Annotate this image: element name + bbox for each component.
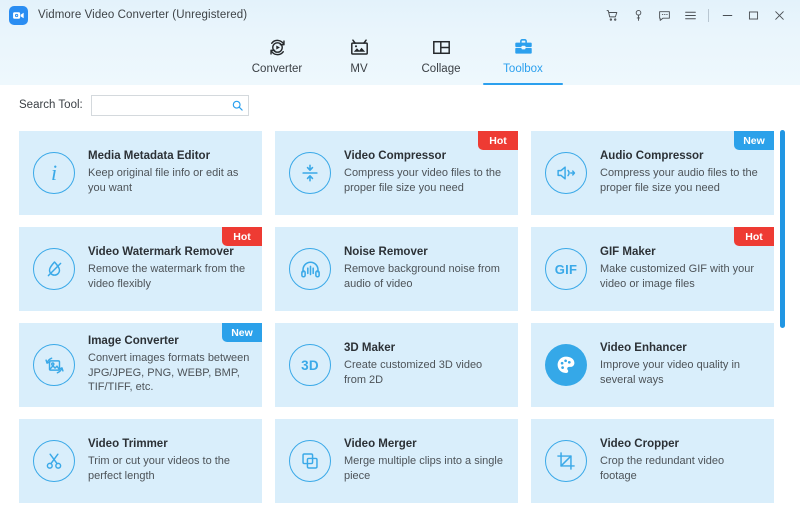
status-badge: New — [734, 131, 774, 150]
tool-card-video-trimmer[interactable]: Video Trimmer Trim or cut your videos to… — [19, 419, 262, 503]
tab-mv-label: MV — [350, 63, 367, 75]
tool-card-3d-maker[interactable]: 3D 3D Maker Create customized 3D video f… — [275, 323, 518, 407]
search-input[interactable] — [98, 99, 231, 111]
search-row: Search Tool: — [0, 85, 800, 125]
watermark-remove-icon — [33, 248, 75, 290]
tool-desc: Convert images formats between JPG/JPEG,… — [88, 351, 250, 395]
tab-converter[interactable]: Converter — [236, 30, 318, 85]
tool-card-video-compressor[interactable]: Hot Video Compressor Compress your video… — [275, 131, 518, 215]
search-box[interactable] — [91, 95, 249, 116]
vertical-scrollbar[interactable] — [780, 125, 785, 516]
tool-title: Audio Compressor — [600, 150, 762, 162]
tool-card-gif-maker[interactable]: Hot GIF GIF Maker Make customized GIF wi… — [531, 227, 774, 311]
scissors-icon — [33, 440, 75, 482]
tool-card-video-enhancer[interactable]: Video Enhancer Improve your video qualit… — [531, 323, 774, 407]
speaker-icon — [545, 152, 587, 194]
three-d-icon: 3D — [289, 344, 331, 386]
crop-icon — [545, 440, 587, 482]
tool-card-media-metadata-editor[interactable]: i Media Metadata Editor Keep original fi… — [19, 131, 262, 215]
tool-card-video-merger[interactable]: Video Merger Merge multiple clips into a… — [275, 419, 518, 503]
tool-desc: Make customized GIF with your video or i… — [600, 262, 762, 291]
tool-title: Video Compressor — [344, 150, 506, 162]
toolbox-icon — [513, 35, 534, 59]
tab-collage-label: Collage — [422, 63, 461, 75]
title-bar: Vidmore Video Converter (Unregistered) — [0, 0, 800, 30]
search-icon[interactable] — [231, 99, 244, 112]
tab-mv[interactable]: MV — [318, 30, 400, 85]
close-button[interactable] — [766, 2, 792, 28]
menu-icon[interactable] — [677, 2, 703, 28]
tool-card-video-cropper[interactable]: Video Cropper Crop the redundant video f… — [531, 419, 774, 503]
tool-desc: Keep original file info or edit as you w… — [88, 166, 250, 195]
tool-title: 3D Maker — [344, 342, 506, 354]
tool-title: Video Watermark Remover — [88, 246, 250, 258]
feedback-icon[interactable] — [651, 2, 677, 28]
collage-icon — [431, 35, 452, 59]
converter-icon — [267, 35, 288, 59]
cart-icon[interactable] — [599, 2, 625, 28]
tool-title: Media Metadata Editor — [88, 150, 250, 162]
merge-icon — [289, 440, 331, 482]
tool-card-audio-compressor[interactable]: New Audio Compressor Compress your audio… — [531, 131, 774, 215]
maximize-button[interactable] — [740, 2, 766, 28]
tool-grid: i Media Metadata Editor Keep original fi… — [0, 125, 800, 503]
tool-desc: Remove the watermark from the video flex… — [88, 262, 250, 291]
tool-card-image-converter[interactable]: New Image Converter Convert images forma… — [19, 323, 262, 407]
info-icon: i — [33, 152, 75, 194]
tool-title: Video Merger — [344, 438, 506, 450]
mv-icon — [349, 35, 370, 59]
minimize-button[interactable] — [714, 2, 740, 28]
window-title: Vidmore Video Converter (Unregistered) — [38, 9, 247, 21]
controls-divider — [708, 9, 709, 22]
tool-grid-container: i Media Metadata Editor Keep original fi… — [0, 125, 800, 516]
scrollbar-thumb[interactable] — [780, 130, 785, 328]
palette-icon — [545, 344, 587, 386]
tool-title: Noise Remover — [344, 246, 506, 258]
tool-title: Video Trimmer — [88, 438, 250, 450]
status-badge: Hot — [222, 227, 262, 246]
tool-desc: Improve your video quality in several wa… — [600, 358, 762, 387]
status-badge: Hot — [478, 131, 518, 150]
tool-card-noise-remover[interactable]: Noise Remover Remove background noise fr… — [275, 227, 518, 311]
search-label: Search Tool: — [19, 99, 83, 111]
tool-title: GIF Maker — [600, 246, 762, 258]
tool-desc: Merge multiple clips into a single piece — [344, 454, 506, 483]
tab-collage[interactable]: Collage — [400, 30, 482, 85]
tool-desc: Trim or cut your videos to the perfect l… — [88, 454, 250, 483]
image-convert-icon — [33, 344, 75, 386]
tool-title: Video Enhancer — [600, 342, 762, 354]
tool-desc: Compress your audio files to the proper … — [600, 166, 762, 195]
main-nav: Converter MV Collage — [0, 30, 800, 85]
tool-desc: Create customized 3D video from 2D — [344, 358, 506, 387]
tab-converter-label: Converter — [252, 63, 303, 75]
tool-desc: Crop the redundant video footage — [600, 454, 762, 483]
status-badge: Hot — [734, 227, 774, 246]
tool-desc: Compress your video files to the proper … — [344, 166, 506, 195]
headphones-icon — [289, 248, 331, 290]
app-logo-icon — [9, 6, 28, 25]
tool-card-video-watermark-remover[interactable]: Hot Video Watermark Remover Remove the w… — [19, 227, 262, 311]
tool-title: Video Cropper — [600, 438, 762, 450]
key-icon[interactable] — [625, 2, 651, 28]
gif-icon: GIF — [545, 248, 587, 290]
tool-desc: Remove background noise from audio of vi… — [344, 262, 506, 291]
compress-icon — [289, 152, 331, 194]
status-badge: New — [222, 323, 262, 342]
window-controls — [599, 0, 792, 30]
tab-toolbox[interactable]: Toolbox — [482, 30, 564, 85]
tab-toolbox-label: Toolbox — [503, 63, 543, 75]
